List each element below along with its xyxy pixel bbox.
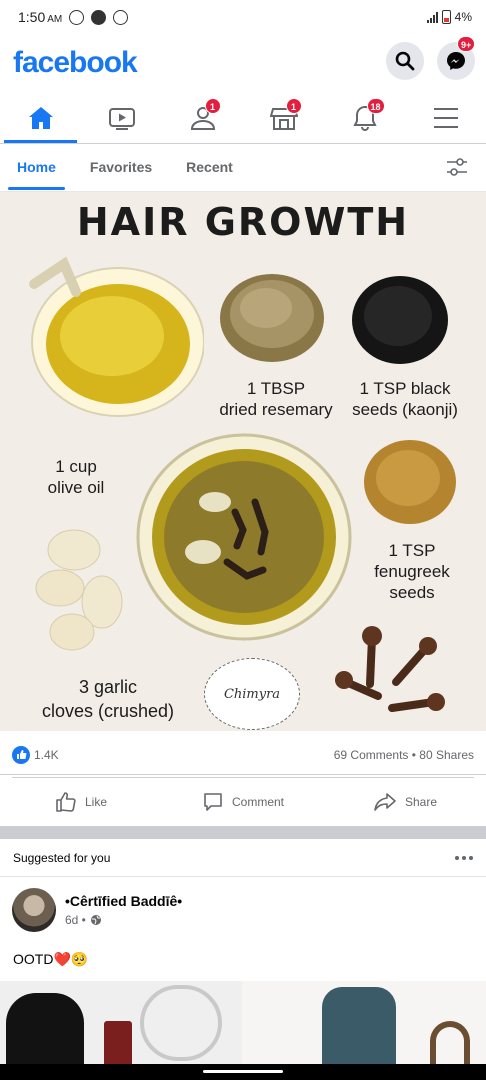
post-actions: Like Comment Share — [0, 778, 486, 826]
app-header: facebook 9+ — [0, 34, 486, 92]
feed-separator — [0, 826, 486, 839]
post-author: •Cêrtīfied Baddīê• 6d • — [12, 888, 182, 932]
like-button[interactable]: Like — [0, 778, 162, 826]
subtab-recent[interactable]: Recent — [177, 144, 242, 192]
system-nav-bar — [0, 1064, 486, 1080]
status-bar: 1:50 AM 4% — [0, 0, 486, 34]
olive-oil-jug-illustration — [29, 256, 204, 417]
messenger-icon — [447, 52, 465, 70]
tab-notifications[interactable]: 18 — [324, 92, 405, 143]
tab-marketplace[interactable]: 1 — [243, 92, 324, 143]
more-options-icon[interactable] — [455, 855, 473, 860]
comments-shares-count[interactable]: 69 Comments • 80 Shares — [334, 748, 474, 762]
friends-badge: 1 — [204, 98, 221, 114]
image-title: HAIR GROWTH — [76, 200, 410, 244]
comment-button[interactable]: Comment — [162, 778, 324, 826]
menu-icon — [433, 107, 458, 128]
home-icon — [28, 106, 53, 129]
post-time: 6d • — [65, 913, 182, 927]
status-time: 1:50 AM — [18, 9, 63, 25]
like-reaction-icon — [12, 745, 30, 764]
signature-watermark: Chimyra — [204, 658, 300, 730]
main-nav: 1 1 18 — [0, 92, 486, 144]
feed-settings-button[interactable] — [446, 156, 468, 183]
post-stats: 1.4K 69 Comments • 80 Shares — [0, 735, 486, 775]
rosemary-label: 1 TBSP dried resemary — [219, 379, 333, 419]
suggested-label: Suggested for you — [13, 850, 111, 865]
notifications-badge: 18 — [366, 98, 385, 114]
battery-icon — [441, 10, 451, 24]
messenger-badge: 9+ — [457, 36, 476, 52]
feed-filter-tabs: Home Favorites Recent — [0, 144, 486, 192]
comment-icon — [204, 793, 222, 811]
tab-home[interactable] — [0, 92, 81, 143]
author-name[interactable]: •Cêrtīfied Baddīê• — [65, 893, 182, 909]
post-image[interactable]: HAIR GROWTH 1 TBSP dried resemary 1 TSP b… — [0, 192, 486, 731]
post-text: OOTD❤️🥺 — [13, 951, 89, 967]
search-icon — [395, 51, 415, 71]
facebook-logo[interactable]: facebook — [13, 46, 138, 80]
tab-watch[interactable] — [81, 92, 162, 143]
whatsapp-icon — [113, 9, 129, 25]
accessories-photo — [242, 981, 486, 1067]
cloves-illustration — [335, 626, 445, 712]
olive-oil-label: 1 cup olive oil — [47, 457, 105, 497]
whatsapp-icon — [69, 9, 85, 25]
garlic-label: 3 garlic cloves (crushed) — [41, 677, 175, 721]
avatar[interactable] — [12, 888, 56, 932]
black-seeds-illustration — [352, 276, 448, 364]
messenger-button[interactable]: 9+ — [437, 36, 476, 80]
subtab-favorites[interactable]: Favorites — [81, 144, 161, 192]
tab-friends[interactable]: 1 — [162, 92, 243, 143]
black-seeds-label: 1 TSP black seeds (kaonji) — [352, 379, 458, 419]
messenger-icon — [91, 9, 107, 25]
rosemary-pile-illustration — [220, 274, 324, 362]
globe-icon — [90, 915, 101, 925]
oil-bowl-illustration — [136, 433, 352, 641]
search-button[interactable] — [386, 42, 424, 80]
marketplace-badge: 1 — [285, 98, 302, 114]
post-image-2[interactable] — [0, 981, 486, 1067]
share-icon — [374, 793, 396, 811]
sliders-icon — [447, 158, 467, 176]
suggested-header: Suggested for you — [0, 839, 486, 877]
fenugreek-pile-illustration — [364, 440, 456, 524]
tab-menu[interactable] — [405, 92, 486, 143]
fenugreek-label: 1 TSP fenugreek seeds — [374, 541, 450, 602]
signal-icon — [426, 11, 438, 23]
thumbs-up-icon — [56, 792, 76, 812]
home-gesture-bar[interactable] — [203, 1070, 283, 1073]
likes-count[interactable]: 1.4K — [34, 748, 59, 762]
battery-level: 4% — [454, 10, 472, 24]
garlic-cloves-illustration — [35, 529, 123, 651]
share-button[interactable]: Share — [324, 778, 486, 826]
subtab-home[interactable]: Home — [8, 144, 65, 192]
video-icon — [108, 107, 135, 130]
outfit-photo — [0, 981, 242, 1067]
